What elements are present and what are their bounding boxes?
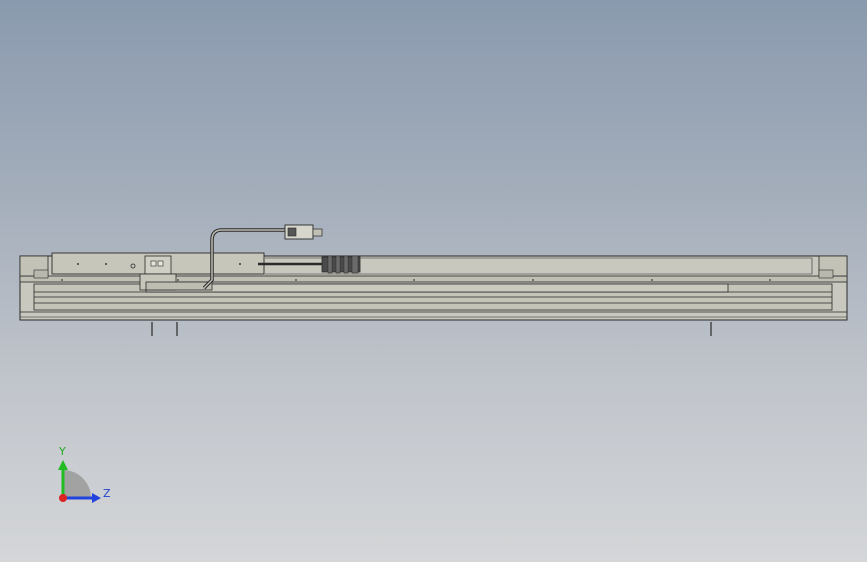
right-end-cap-step xyxy=(818,269,834,279)
screw xyxy=(177,279,179,281)
cad-viewport[interactable]: Y Z xyxy=(0,0,867,562)
screw xyxy=(532,279,534,281)
z-axis-arrow-icon xyxy=(92,493,101,503)
screw xyxy=(769,279,771,281)
rail-connector-ring-3 xyxy=(343,255,349,274)
upper-connector-tip xyxy=(312,228,323,237)
upper-connector-cap xyxy=(287,227,297,237)
linear-actuator-model[interactable] xyxy=(19,224,848,336)
sensor-window-1 xyxy=(150,260,157,267)
rail-connector-ring-2 xyxy=(335,255,341,274)
carriage-bolt-2 xyxy=(105,263,107,265)
left-end-cap-step xyxy=(33,269,49,279)
screw xyxy=(295,279,297,281)
screw xyxy=(61,279,63,281)
carriage-bolt-4 xyxy=(239,263,241,265)
sensor-window-2 xyxy=(157,260,164,267)
y-axis-arrow-icon xyxy=(58,460,68,470)
y-axis-label: Y xyxy=(58,445,66,458)
orientation-triad: Y Z xyxy=(58,445,111,503)
stroke-slot xyxy=(145,283,729,293)
screw xyxy=(413,279,415,281)
screw xyxy=(651,279,653,281)
carriage-foot xyxy=(145,281,213,291)
rail-connector-ring-1 xyxy=(327,255,333,274)
rail-connector-ring-4 xyxy=(351,255,359,274)
x-axis-dot-icon xyxy=(59,494,67,502)
triad-quadrant xyxy=(63,470,91,498)
carriage-bolt-1 xyxy=(77,263,79,265)
z-axis-label: Z xyxy=(103,487,111,500)
